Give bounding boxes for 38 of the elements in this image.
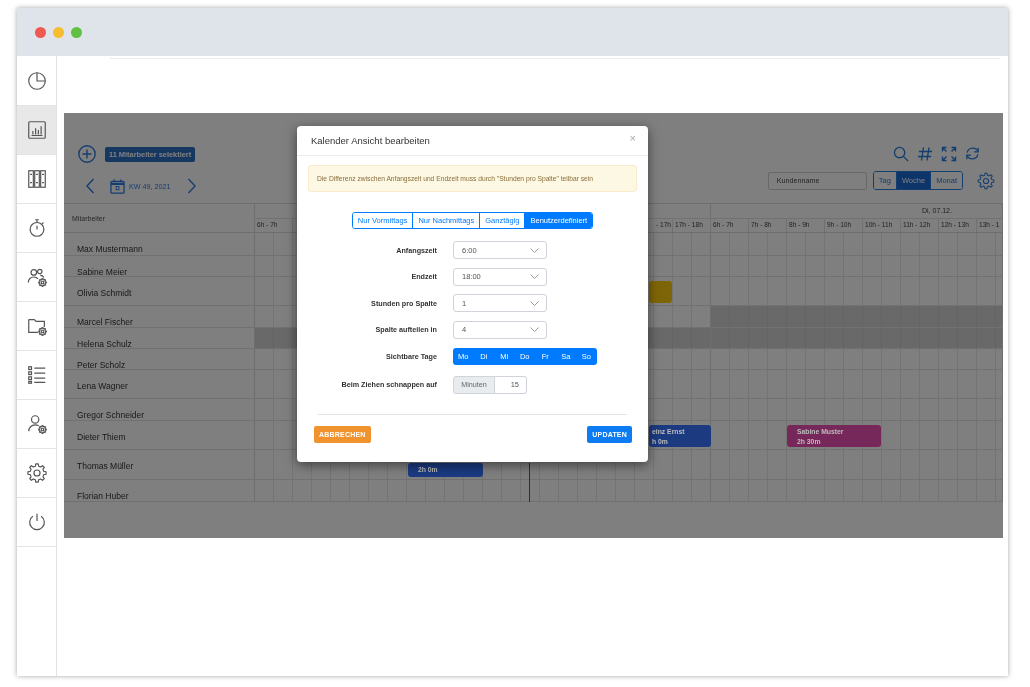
bar-chart-icon (25, 119, 48, 141)
hash-icon[interactable] (917, 145, 933, 162)
employee-name: Thomas Müller (77, 461, 134, 471)
employee-name: Peter Scholz (77, 360, 126, 370)
employee-name: Helena Schulz (77, 339, 132, 349)
add-icon[interactable] (78, 145, 96, 163)
employee-name: Sabine Meier (77, 267, 128, 277)
expand-icon[interactable] (941, 145, 957, 162)
chevron-down-icon (530, 274, 539, 279)
chevron-right-icon[interactable] (186, 178, 197, 194)
team-gear-icon (25, 266, 48, 288)
refresh-icon[interactable] (965, 146, 980, 161)
employee-name: Marcel Fischer (77, 317, 133, 327)
chevron-left-icon[interactable] (85, 178, 95, 194)
employee-name: Olivia Schmidt (77, 288, 132, 298)
chevron-down-icon (530, 300, 539, 306)
settings-icon[interactable] (977, 171, 995, 190)
employee-name: Dieter Thiem (77, 432, 126, 442)
sidebar-item[interactable] (17, 106, 56, 155)
search-icon[interactable] (893, 145, 909, 162)
chevron-down-icon (530, 327, 539, 332)
user-gear-icon (25, 413, 48, 435)
dialog-title: Kalender Ansicht bearbeiten (311, 135, 430, 146)
binders-icon (25, 168, 48, 190)
employee-name: Max Mustermann (77, 244, 143, 254)
employee-name: Florian Huber (77, 491, 129, 501)
maximize-window-icon[interactable] (71, 26, 82, 38)
settings-icon (25, 462, 48, 484)
chevron-down-icon (530, 247, 539, 253)
pie-chart-icon (25, 70, 48, 92)
close-window-icon[interactable] (35, 26, 46, 38)
calendar-event[interactable] (649, 281, 672, 303)
close-button[interactable]: × (627, 133, 638, 144)
list-icon (25, 364, 48, 386)
employee-name: Lena Wagner (77, 381, 128, 391)
current-time-line (529, 463, 530, 502)
calendar-icon (110, 178, 125, 194)
employee-name: Gregor Schneider (77, 410, 145, 420)
